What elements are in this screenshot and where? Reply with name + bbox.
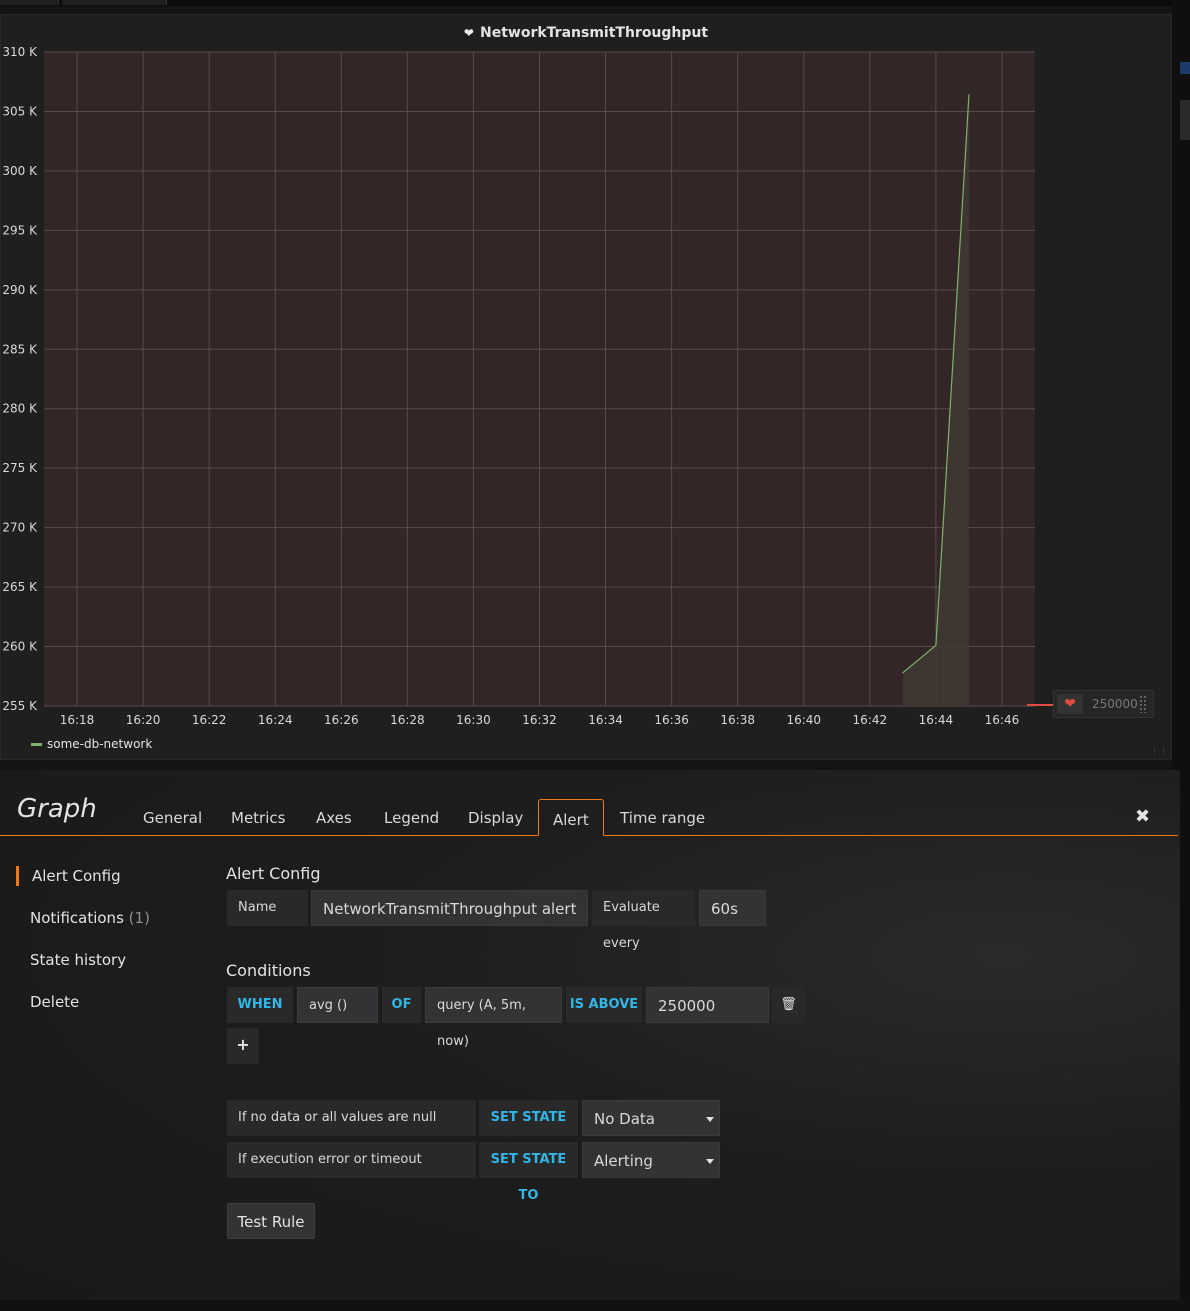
chevron-down-icon [706, 1117, 714, 1122]
query-select[interactable]: query (A, 5m, now) [425, 987, 562, 1049]
y-tick-label: 275 K [2, 461, 38, 475]
heart-icon: ❤ [1057, 694, 1083, 714]
series-point [935, 644, 937, 646]
tab-metrics[interactable]: Metrics [231, 809, 285, 827]
conditions-title: Conditions [226, 961, 311, 980]
x-tick-label: 16:38 [720, 713, 755, 727]
y-tick-label: 265 K [2, 580, 38, 594]
chevron-down-icon [706, 1159, 714, 1164]
x-tick-label: 16:22 [192, 713, 227, 727]
threshold-handle-value: 250000 [1092, 697, 1138, 711]
y-tick-label: 300 K [2, 164, 38, 178]
sidebar-item-state-history[interactable]: State history [30, 951, 126, 969]
y-tick-label: 305 K [2, 104, 38, 118]
no-data-label: If no data or all values are null [227, 1100, 476, 1136]
x-tick-label: 16:26 [324, 713, 359, 727]
x-tick-label: 16:28 [390, 713, 425, 727]
sidebar-item-delete[interactable]: Delete [30, 993, 79, 1011]
select-value: No Data [594, 1110, 655, 1128]
evaluate-every-label: Evaluate every [592, 890, 695, 951]
y-tick-label: 260 K [2, 640, 38, 654]
plus-icon[interactable]: + [227, 1028, 259, 1064]
x-tick-label: 16:34 [588, 713, 623, 727]
when-keyword: WHEN [227, 987, 293, 1023]
reducer-select[interactable]: avg () [297, 987, 378, 1023]
alert-name-input[interactable]: NetworkTransmitThroughput alert [311, 890, 588, 926]
evaluate-every-input[interactable]: 60s [699, 890, 766, 926]
x-tick-label: 16:40 [786, 713, 821, 727]
tab-display[interactable]: Display [468, 809, 523, 827]
panel-editor: Graph General Metrics Axes Legend Displa… [0, 770, 1180, 1300]
series-point [902, 672, 904, 674]
alert-config-title: Alert Config [226, 864, 321, 883]
trash-icon[interactable]: 🗑 [772, 987, 805, 1023]
edge-marker [1180, 62, 1190, 74]
sidebar-item-alert-config[interactable]: Alert Config [32, 867, 121, 885]
y-tick-label: 285 K [2, 342, 38, 356]
of-keyword: OF [382, 987, 421, 1023]
x-tick-label: 16:36 [654, 713, 689, 727]
threshold-line [1027, 704, 1053, 706]
y-tick-label: 290 K [2, 283, 38, 297]
x-tick-label: 16:46 [985, 713, 1020, 727]
threshold-handle[interactable]: ❤ 250000 [1053, 690, 1154, 718]
close-icon[interactable]: ✖ [1135, 806, 1150, 827]
test-rule-button[interactable]: Test Rule [227, 1203, 315, 1239]
y-tick-label: 280 K [2, 402, 38, 416]
y-tick-label: 310 K [2, 45, 38, 59]
select-value: Alerting [594, 1152, 653, 1170]
sidebar-item-notifications[interactable]: Notifications (1) [30, 909, 150, 927]
drag-grip-icon[interactable] [1139, 695, 1147, 713]
x-tick-label: 16:24 [258, 713, 293, 727]
x-tick-label: 16:42 [853, 713, 888, 727]
tab-axes[interactable]: Axes [316, 809, 352, 827]
tab-legend[interactable]: Legend [384, 809, 439, 827]
x-tick-label: 16:18 [60, 713, 95, 727]
edge-marker [1180, 100, 1190, 140]
no-data-state-select[interactable]: No Data [582, 1100, 720, 1136]
tab-alert[interactable]: Alert [538, 799, 604, 836]
chart: 310 K 305 K 300 K 295 K 290 K 285 K 280 K 275 K… [2, 45, 1035, 727]
x-tick-label: 16:44 [919, 713, 954, 727]
bottom-strip [0, 1300, 1190, 1311]
series-point [968, 94, 970, 96]
y-tick-label: 270 K [2, 521, 38, 535]
error-label: If execution error or timeout [227, 1142, 476, 1178]
set-state-to-keyword: SET STATE TO [479, 1100, 578, 1161]
x-tick-label: 16:32 [522, 713, 557, 727]
error-state-select[interactable]: Alerting [582, 1142, 720, 1178]
notifications-count: (1) [128, 909, 150, 927]
threshold-input[interactable]: 250000 [646, 987, 769, 1023]
editor-header: Graph General Metrics Axes Legend Displa… [0, 770, 1178, 836]
set-state-to-keyword: SET STATE TO [479, 1142, 578, 1203]
y-tick-label: 295 K [2, 223, 38, 237]
is-above-select[interactable]: IS ABOVE [566, 987, 642, 1023]
x-tick-label: 16:30 [456, 713, 491, 727]
editor-title: Graph [17, 794, 97, 824]
x-tick-label: 16:20 [126, 713, 161, 727]
sidebar-item-label: Notifications [30, 909, 124, 927]
y-tick-label: 255 K [2, 699, 38, 713]
tab-general[interactable]: General [143, 809, 202, 827]
name-label: Name [227, 890, 308, 926]
tab-time-range[interactable]: Time range [620, 809, 705, 827]
sidebar-active-indicator [16, 866, 19, 886]
